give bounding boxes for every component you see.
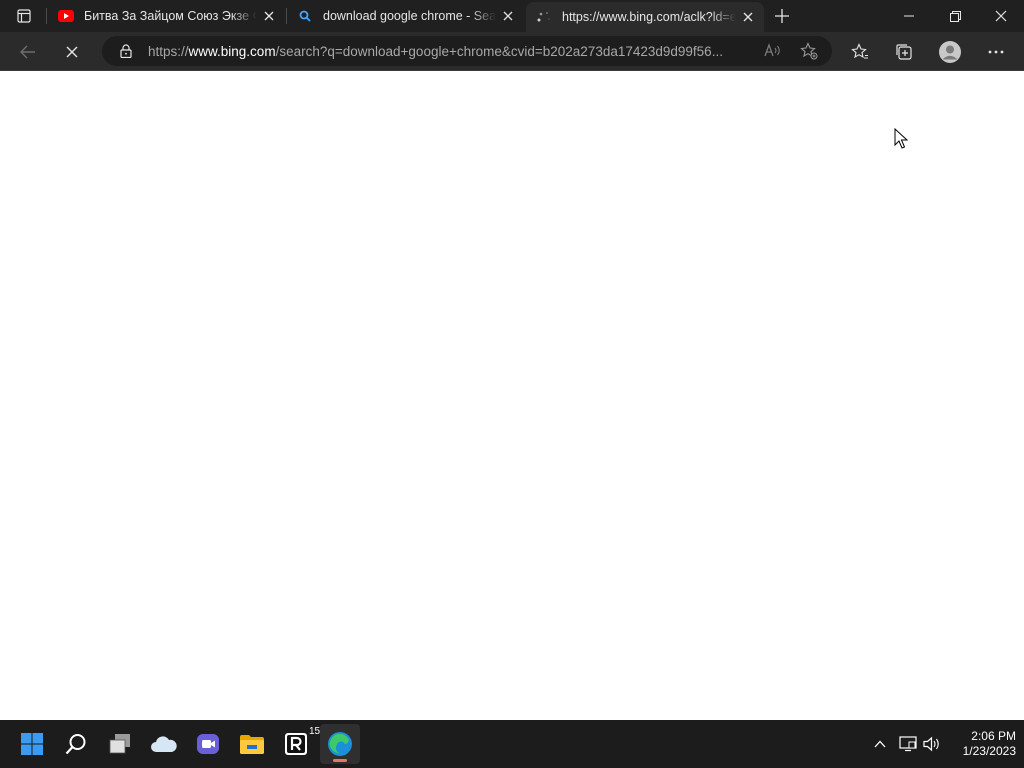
collections-icon — [896, 44, 912, 60]
new-tab-button[interactable] — [770, 4, 794, 28]
close-tab-button[interactable] — [736, 5, 760, 29]
cloud-icon — [151, 736, 177, 752]
chevron-up-icon — [874, 740, 886, 748]
url-host: www.bing.com — [188, 43, 276, 59]
close-window-button[interactable] — [978, 0, 1024, 32]
windows-taskbar: 15° 2:06 PM 1/23/2023 — [0, 720, 1024, 768]
favorites-button[interactable] — [844, 36, 876, 68]
video-chat-icon — [197, 734, 219, 754]
loading-spinner-icon — [536, 9, 552, 25]
volume-button[interactable] — [920, 732, 944, 756]
close-icon — [995, 10, 1007, 22]
clock-date: 1/23/2023 — [962, 744, 1016, 758]
task-view-button[interactable] — [100, 724, 140, 764]
back-button[interactable] — [12, 36, 44, 68]
search-icon — [65, 734, 86, 755]
tab-title: https://www.bing.com/aclk?ld=e8 — [562, 10, 736, 24]
system-clock[interactable]: 2:06 PM 1/23/2023 — [946, 729, 1016, 759]
url-text: https://www.bing.com/search?q=download+g… — [148, 44, 758, 59]
weather-widget-button[interactable]: 15° — [144, 724, 324, 764]
tab-bing-search[interactable]: download google chrome - Search — [287, 0, 524, 32]
close-icon — [66, 46, 78, 58]
network-icon — [899, 736, 917, 752]
address-bar[interactable]: https://www.bing.com/search?q=download+g… — [102, 36, 832, 66]
collections-button[interactable] — [888, 36, 920, 68]
close-icon — [264, 11, 274, 21]
browser-tab-bar: Битва За Зайцом Союз Экзе Фи download go… — [0, 0, 1024, 32]
r-app-icon — [285, 733, 307, 755]
close-icon — [503, 11, 513, 21]
lock-icon[interactable] — [118, 43, 134, 59]
more-options-icon — [988, 50, 1004, 54]
restore-icon — [949, 10, 961, 22]
settings-menu-button[interactable] — [980, 36, 1012, 68]
close-icon — [743, 12, 753, 22]
tab-title: Битва За Зайцом Союз Экзе Фи — [84, 9, 257, 23]
tab-title: download google chrome - Search — [323, 9, 496, 23]
task-view-icon — [109, 734, 130, 754]
tab-actions-icon — [17, 9, 31, 23]
taskbar-search-button[interactable] — [56, 724, 96, 764]
profile-button[interactable] — [934, 36, 966, 68]
r-app-button[interactable] — [276, 724, 316, 764]
minimize-icon — [904, 15, 914, 17]
add-favorite-icon[interactable] — [800, 42, 818, 60]
url-prefix: https:// — [148, 43, 189, 59]
stop-loading-button[interactable] — [56, 36, 88, 68]
tab-separator — [46, 8, 47, 24]
restore-button[interactable] — [932, 0, 978, 32]
arrow-left-icon — [20, 45, 35, 59]
close-tab-button[interactable] — [257, 4, 281, 28]
page-content[interactable] — [0, 71, 1024, 720]
favorites-icon — [851, 43, 868, 59]
edge-icon — [328, 732, 352, 756]
show-hidden-icons-button[interactable] — [868, 732, 892, 756]
tab-youtube[interactable]: Битва За Зайцом Союз Экзе Фи — [48, 0, 285, 32]
minimize-button[interactable] — [886, 0, 932, 32]
file-explorer-button[interactable] — [232, 724, 272, 764]
avatar-icon — [939, 41, 961, 63]
plus-icon — [775, 9, 789, 23]
url-path: /search?q=download+google+chrome&cvid=b2… — [275, 43, 723, 59]
folder-icon — [240, 735, 264, 754]
mouse-cursor-icon — [894, 128, 908, 149]
youtube-icon — [58, 8, 74, 24]
active-app-indicator — [333, 759, 347, 762]
teams-chat-button[interactable] — [188, 724, 228, 764]
speaker-icon — [923, 736, 939, 752]
read-aloud-icon[interactable] — [764, 42, 782, 60]
tab-bing-aclk[interactable]: https://www.bing.com/aclk?ld=e8 — [526, 2, 764, 32]
bing-search-icon — [297, 8, 313, 24]
close-tab-button[interactable] — [496, 4, 520, 28]
tab-actions-menu-button[interactable] — [8, 4, 40, 28]
clock-time: 2:06 PM — [971, 729, 1016, 743]
browser-toolbar: https://www.bing.com/search?q=download+g… — [0, 32, 1024, 71]
network-button[interactable] — [896, 732, 920, 756]
edge-browser-button[interactable] — [320, 724, 360, 764]
windows-logo-icon — [21, 733, 43, 755]
start-button[interactable] — [12, 724, 52, 764]
